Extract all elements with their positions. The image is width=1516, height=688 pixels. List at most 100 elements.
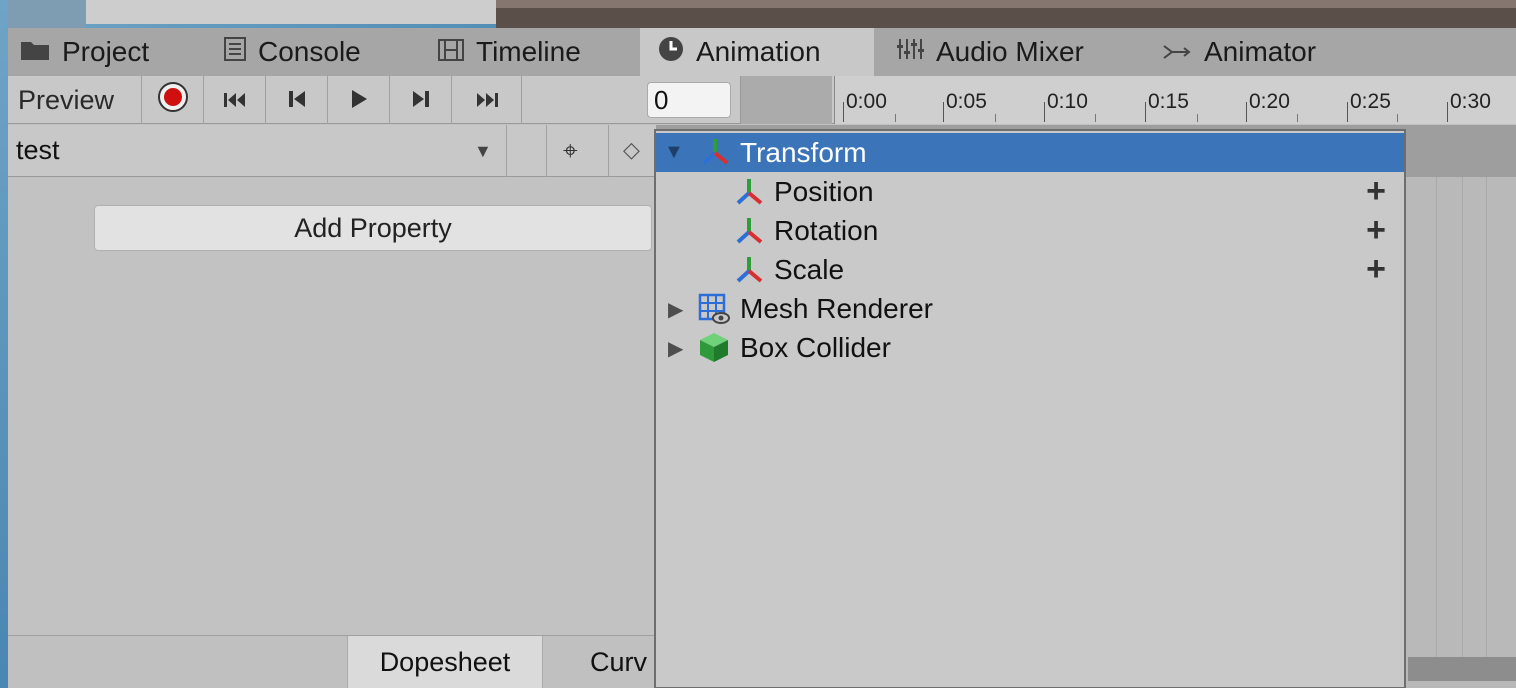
last-keyframe-button[interactable] [452,76,522,124]
ruler-tick [995,114,996,122]
transform-icon [700,137,730,174]
tab-label: Timeline [476,36,581,67]
animator-icon [1162,36,1192,68]
top-strip-scene-highlight [496,0,1516,8]
add-property-label: Add Property [294,212,452,243]
expand-arrow-icon[interactable]: ▶ [668,336,683,361]
popup-item-label: Transform [740,136,867,168]
tab-curves[interactable]: Curv [590,636,647,688]
transform-icon [734,177,764,214]
popup-item-label: Position [774,175,874,207]
divider [506,125,507,177]
ruler-tick [843,102,844,122]
ruler-label: 0:20 [1249,90,1290,113]
top-strip-left [8,0,86,28]
add-plus-icon[interactable]: + [1366,211,1386,250]
preview-label: Preview [18,84,115,115]
time-ruler[interactable]: 0:00 0:05 0:10 0:15 0:20 0:25 0:30 [834,76,1516,124]
popup-item-transform[interactable]: ▼ Transform [656,133,1404,172]
ruler-label: 0:05 [946,90,987,113]
clip-dropdown[interactable]: test ▼ [8,125,506,177]
ruler-tick [1347,102,1348,122]
tab-console[interactable]: Console [224,28,361,76]
ruler-tick [1246,102,1247,122]
popup-item-box-collider[interactable]: ▶ Box Collider [656,328,1404,367]
editor-top-strip [0,0,1516,28]
dropdown-arrow-icon: ▼ [474,141,492,161]
tab-animation[interactable]: Animation [640,28,874,76]
divider [546,125,547,177]
play-button[interactable] [328,76,390,124]
popup-item-rotation[interactable]: Rotation + [656,211,1404,250]
skip-last-icon [475,85,499,116]
ruler-tick [1044,102,1045,122]
ruler-tick [1145,102,1146,122]
play-icon [350,85,368,116]
add-plus-icon[interactable]: + [1366,172,1386,211]
tab-label: Animation [696,36,821,67]
tab-animator[interactable]: Animator [1162,28,1316,76]
popup-item-label: Rotation [774,214,879,246]
ruler-tick [1197,114,1198,122]
popup-item-position[interactable]: Position + [656,172,1404,211]
transform-icon [734,255,764,292]
ruler-gutter [740,76,832,124]
record-icon [157,81,189,120]
frame-field[interactable]: 0 [647,82,731,118]
tab-label: Animator [1204,36,1317,67]
grid-line [1462,177,1463,657]
ruler-label: 0:30 [1450,90,1491,113]
popup-item-mesh-renderer[interactable]: ▶ Mesh Renderer [656,289,1404,328]
skip-first-icon [223,85,247,116]
add-event-icon[interactable]: ◇ [623,137,640,163]
add-keyframe-icon[interactable]: ⌖ [563,135,578,167]
first-keyframe-button[interactable] [204,76,266,124]
mesh-renderer-icon [698,293,730,332]
frame-value: 0 [654,85,669,115]
console-icon [224,36,246,68]
next-keyframe-button[interactable] [390,76,452,124]
tab-label: Console [258,36,361,67]
curves-label: Curv [590,647,648,677]
ruler-tick [1095,114,1096,122]
divider [608,125,609,177]
ruler-label: 0:25 [1350,90,1391,113]
ruler-label: 0:15 [1148,90,1189,113]
popup-item-scale[interactable]: Scale + [656,250,1404,289]
popup-item-label: Box Collider [740,331,891,363]
tab-label: Project [62,36,150,67]
dopesheet-label: Dopesheet [379,647,511,677]
ruler-tick [1297,114,1298,122]
expand-arrow-icon[interactable]: ▶ [668,297,683,322]
ruler-label: 0:00 [846,90,887,113]
grid-line [1486,177,1487,657]
ruler-tick [1447,102,1448,122]
tab-timeline[interactable]: Timeline [438,28,581,76]
popup-item-label: Mesh Renderer [740,292,933,324]
add-property-popup: ▼ Transform Position + Rotation + Scale [654,129,1406,688]
ruler-label: 0:10 [1047,90,1088,113]
animation-toolbar: Preview 0 0:00 0:05 0:10 0:15 0:20 0:25 … [8,76,1516,124]
clip-selector-row: test ▼ ⌖ ◇ [8,125,656,177]
tab-audio-mixer[interactable]: Audio Mixer [896,28,1084,76]
add-plus-icon[interactable]: + [1366,250,1386,289]
step-forward-icon [412,85,430,116]
preview-toggle[interactable]: Preview [8,76,142,124]
previous-keyframe-button[interactable] [266,76,328,124]
grid-line [1436,177,1437,657]
step-back-icon [288,85,306,116]
animation-window: Project Console Timeline Animation Audio… [8,28,1516,688]
top-strip-panel [86,0,496,24]
box-collider-icon [698,331,730,370]
transform-icon [734,216,764,253]
horizontal-scrollbar[interactable] [1408,657,1516,681]
expand-arrow-icon[interactable]: ▼ [664,141,684,164]
ruler-tick [1397,114,1398,122]
clip-name: test [16,135,60,165]
record-button[interactable] [142,76,204,124]
tab-project[interactable]: Project [20,28,149,76]
add-property-button[interactable]: Add Property [94,205,652,251]
tab-bar: Project Console Timeline Animation Audio… [8,28,1516,76]
tab-dopesheet[interactable]: Dopesheet [347,636,543,688]
film-icon [438,36,464,68]
